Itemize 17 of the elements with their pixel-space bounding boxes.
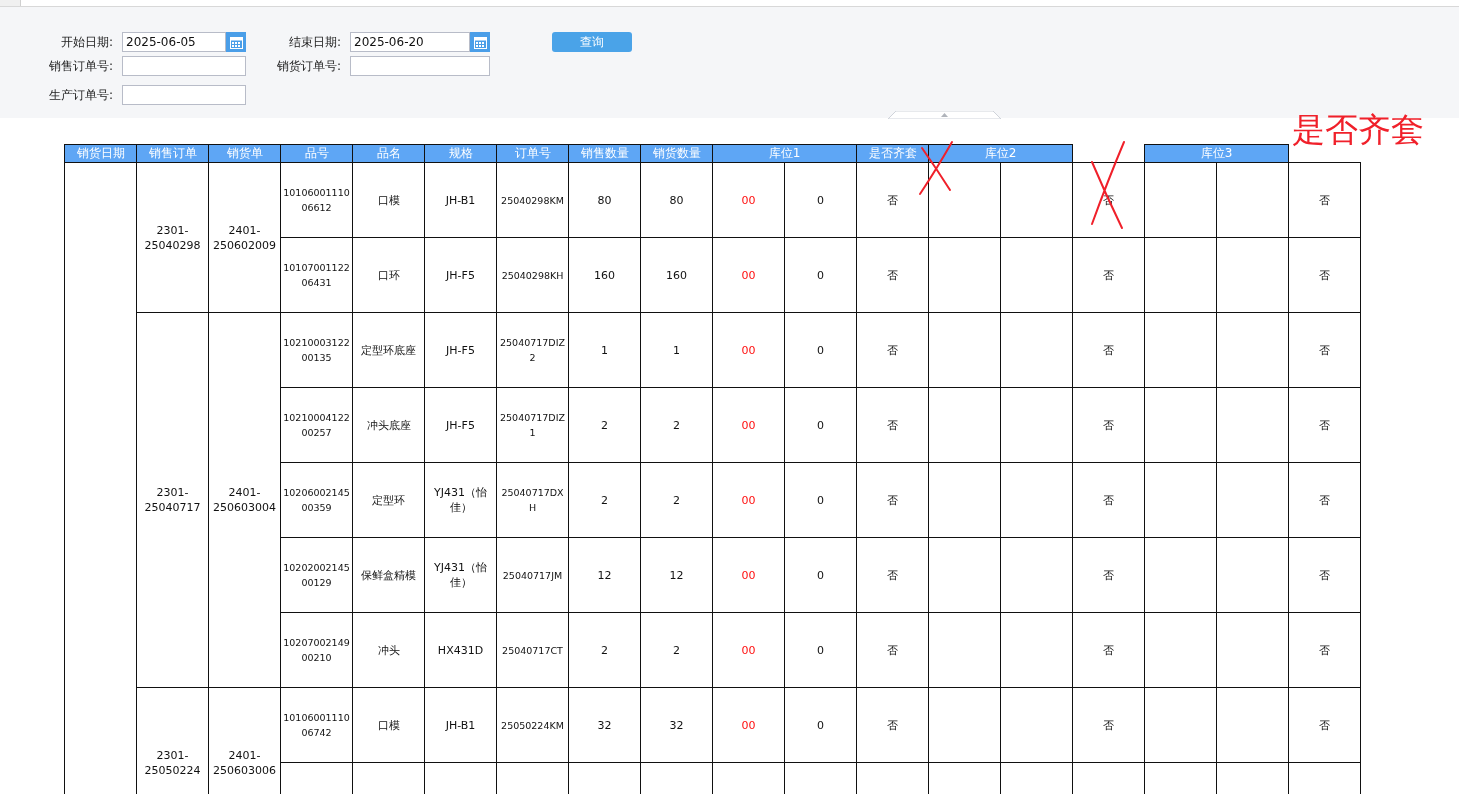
cross-mark: [919, 141, 953, 195]
top-tab[interactable]: [0, 0, 21, 6]
calendar-button[interactable]: [226, 32, 246, 52]
collapse-handle[interactable]: [888, 111, 1001, 119]
table-cell: 否: [1288, 162, 1361, 238]
annotation-text: 是否齐套: [1292, 110, 1424, 150]
date-field[interactable]: 2025-06-05: [122, 32, 226, 52]
field-label: 开始日期:: [60, 34, 114, 51]
input-field[interactable]: [122, 85, 246, 105]
calendar-button[interactable]: [470, 32, 490, 52]
date-field[interactable]: 2025-06-20: [350, 32, 470, 52]
field-label: 生产订单号:: [48, 87, 114, 104]
input-field[interactable]: [122, 56, 246, 76]
field-label: 销售订单号:: [48, 58, 114, 75]
field-label: 销货订单号:: [276, 58, 342, 75]
field-label: 结束日期:: [288, 34, 342, 51]
input-field[interactable]: [350, 56, 490, 76]
